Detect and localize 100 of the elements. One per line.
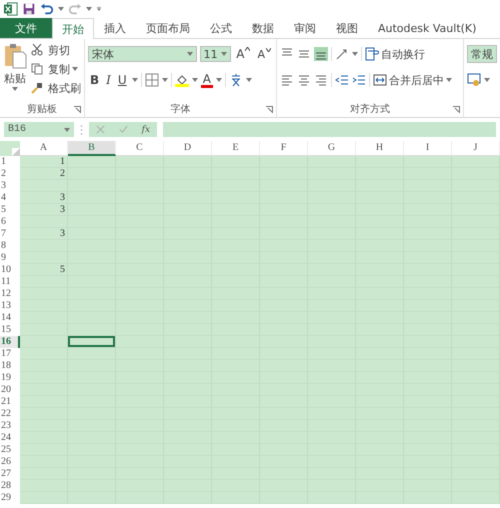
row-header[interactable]: 23 [0,420,20,432]
row-header[interactable]: 27 [0,468,20,480]
align-right-icon[interactable] [314,73,328,87]
table-cell [20,432,68,444]
table-cell [116,324,164,336]
orientation-icon[interactable] [335,47,349,61]
italic-button[interactable]: I [104,73,113,87]
caret-icon[interactable] [58,7,64,11]
shrink-font-button[interactable]: A [255,48,273,60]
increase-indent-icon[interactable] [352,73,366,87]
row-header[interactable]: 26 [0,456,20,468]
row-header[interactable]: 16 [0,336,20,348]
column-header[interactable]: B [68,141,116,156]
insert-function-button[interactable]: fx [142,124,150,134]
column-header[interactable]: E [212,141,260,156]
splitter-icon[interactable] [80,124,83,136]
row-header[interactable]: 12 [0,288,20,300]
ribbon-tab[interactable]: 审阅 [284,18,326,38]
caret-icon[interactable] [86,7,92,11]
customize-icon[interactable] [96,7,102,11]
dialog-launcher-icon[interactable] [266,106,273,113]
grow-font-button[interactable]: A [234,47,252,61]
caret-icon[interactable] [192,78,198,82]
caret-icon[interactable] [484,78,490,82]
row-header[interactable]: 18 [0,360,20,372]
row-header[interactable]: 19 [0,372,20,384]
row-header[interactable]: 6 [0,216,20,228]
wrap-text-button[interactable]: 自动换行 [365,46,425,62]
ribbon-tab[interactable]: 插入 [94,18,136,38]
font-size-field[interactable]: 11 [200,46,232,62]
save-icon[interactable] [22,2,36,16]
table-cell [20,468,68,480]
ribbon-tab[interactable]: 页面布局 [136,18,200,38]
cut-button[interactable]: 剪切 [31,42,81,58]
ribbon-tab[interactable]: 开始 [52,18,94,39]
row-header[interactable]: 3 [0,180,20,192]
row-header[interactable]: 2 [0,168,20,180]
column-header[interactable]: J [452,141,500,156]
column-header[interactable]: C [116,141,164,156]
ribbon-tab[interactable]: Autodesk Vault(K) [368,18,486,38]
align-left-icon[interactable] [280,73,294,87]
undo-icon[interactable] [40,2,54,16]
decrease-indent-icon[interactable] [335,73,349,87]
row-header[interactable]: 20 [0,384,20,396]
row-header[interactable]: 29 [0,492,20,504]
borders-icon[interactable] [144,73,159,87]
ribbon-tab[interactable]: 文件 [0,18,52,38]
table-cell [20,216,68,228]
column-header[interactable]: G [308,141,356,156]
conditional-format-icon[interactable] [467,73,481,87]
format-painter-button[interactable]: 格式刷 [31,80,81,96]
row-header[interactable]: 13 [0,300,20,312]
paste-button[interactable]: 粘贴 [3,42,27,101]
ribbon-tab[interactable]: 数据 [242,18,284,38]
column-header[interactable]: H [356,141,404,156]
excel-logo-icon[interactable] [4,2,18,16]
underline-button[interactable]: U [116,73,129,87]
bold-button[interactable]: B [88,73,102,87]
row-header[interactable]: 22 [0,408,20,420]
table-cell [404,156,452,168]
ribbon-tab[interactable]: 公式 [200,18,242,38]
row-header[interactable]: 14 [0,312,20,324]
align-bottom-icon[interactable] [314,47,328,61]
row-header[interactable]: 5 [0,204,20,216]
number-format-field[interactable]: 常规 [467,45,497,63]
table-cell [20,288,68,300]
align-center-icon[interactable] [297,73,311,87]
caret-icon[interactable] [352,52,358,56]
row-header[interactable]: 25 [0,444,20,456]
row-header[interactable]: 17 [0,348,20,360]
caret-icon[interactable] [246,78,252,82]
row-header[interactable]: 11 [0,276,20,288]
active-cell[interactable] [68,336,116,348]
row-header[interactable]: 9 [0,252,20,264]
formula-input[interactable] [163,122,496,137]
row-header[interactable]: 24 [0,432,20,444]
row-header[interactable]: 15 [0,324,20,336]
merge-center-button[interactable]: 合并后居中 [373,72,452,88]
column-header[interactable]: A [20,141,68,156]
column-header[interactable]: D [164,141,212,156]
font-name-field[interactable]: 宋体 [88,46,197,62]
name-box[interactable]: B16 [4,122,74,137]
dialog-launcher-icon[interactable] [74,106,81,113]
row-header[interactable]: 1 [0,156,20,168]
row-header[interactable]: 10 [0,264,20,276]
caret-icon[interactable] [132,78,138,82]
font-color-button[interactable]: A [200,72,213,88]
column-header[interactable]: I [404,141,452,156]
row-header[interactable]: 21 [0,396,20,408]
caret-icon[interactable] [216,78,222,82]
caret-icon[interactable] [162,78,168,82]
row-header[interactable]: 4 [0,192,20,204]
row-header[interactable]: 7 [0,228,20,240]
fill-color-icon[interactable] [174,73,189,87]
dialog-launcher-icon[interactable] [453,106,460,113]
copy-button[interactable]: 复制 [31,61,81,77]
row-header[interactable]: 8 [0,240,20,252]
row-header[interactable]: 28 [0,480,20,492]
ribbon-tab[interactable]: 视图 [326,18,368,38]
column-header[interactable]: F [260,141,308,156]
